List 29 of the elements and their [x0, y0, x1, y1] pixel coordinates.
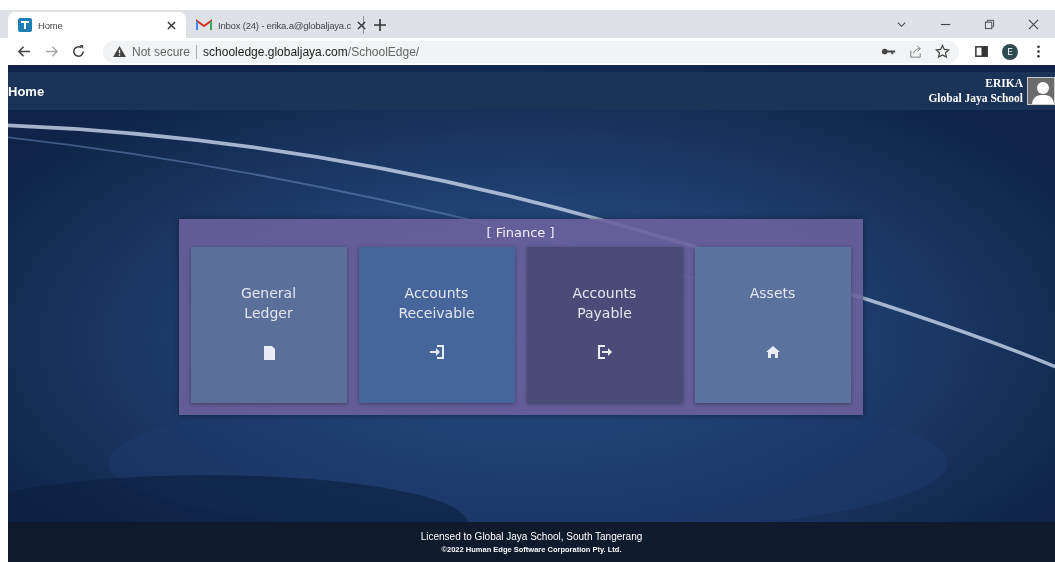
browser-tab[interactable]: Inbox (24) - erika.a@globaljaya.c	[186, 16, 364, 34]
home-icon	[764, 345, 781, 359]
mail-icon	[196, 19, 212, 31]
bookmark-star-icon[interactable]	[932, 42, 953, 61]
warning-icon	[113, 46, 126, 57]
new-tab-icon[interactable]	[374, 19, 386, 31]
school-name: Global Jaya School	[928, 91, 1023, 106]
url-text: schooledge.globaljaya.com/SchoolEdge/	[203, 44, 420, 59]
menu-tile[interactable]: Accounts Receivable	[358, 247, 515, 403]
section-title: [ Finance ]	[485, 225, 556, 242]
t-logo-icon	[18, 18, 32, 32]
tab-title: Inbox (24) - erika.a@globaljaya.c	[218, 19, 351, 31]
security-label: Not secure	[132, 44, 191, 59]
user-name: ERIKA	[985, 76, 1023, 91]
menu-tile[interactable]: Accounts Payable	[526, 247, 683, 403]
sign-out-icon	[596, 345, 613, 359]
profile-avatar[interactable]: E	[1002, 43, 1018, 60]
sign-in-icon	[428, 345, 445, 359]
avatar-icon[interactable]	[1027, 77, 1055, 105]
menu-tile[interactable]: General Ledger	[190, 247, 347, 403]
license-text: Licensed to Global Jaya School, South Tangerang	[420, 530, 643, 542]
document-icon	[261, 345, 276, 361]
browser-tab[interactable]: Home	[8, 12, 186, 38]
tab-title: Home	[38, 19, 64, 31]
close-icon[interactable]	[356, 20, 366, 30]
page-title: Home	[8, 83, 45, 99]
address-bar[interactable]: Not secure schooledge.globaljaya.com/SchoolEdge/	[103, 40, 959, 63]
close-icon[interactable]	[167, 20, 176, 30]
menu-tile[interactable]: Assets	[694, 247, 851, 403]
